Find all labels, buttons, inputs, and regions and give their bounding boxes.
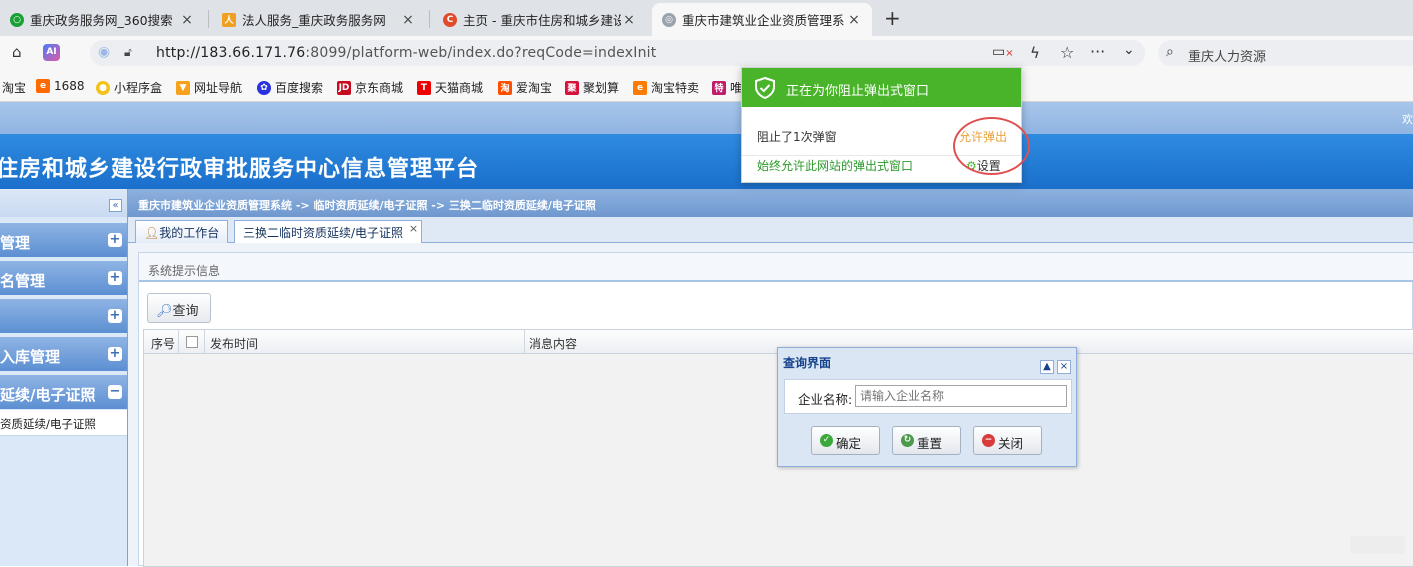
baidu-icon: ✿ xyxy=(257,80,271,95)
watermark xyxy=(1350,536,1405,554)
ai-icon[interactable]: AI xyxy=(43,44,60,61)
sidebar-menu-2[interactable]: 名管理 + xyxy=(0,261,127,295)
new-tab-icon[interactable]: + xyxy=(884,6,901,30)
annotation-circle xyxy=(953,117,1030,175)
bookmark-item[interactable]: ● 小程序盒 xyxy=(96,79,162,96)
user-icon: 👤︎ xyxy=(144,226,160,240)
home-icon[interactable]: ⌂ xyxy=(12,43,22,61)
bookmark-item[interactable]: 淘爱淘宝 xyxy=(498,79,552,96)
bookmark-item[interactable]: T 天猫商城 xyxy=(417,79,483,96)
collapse-sidebar-icon[interactable]: « xyxy=(109,199,122,212)
360-search-icon: ○ xyxy=(10,12,24,27)
close-dialog-icon[interactable]: × xyxy=(1057,360,1071,374)
bookmark-item[interactable]: e 1688 xyxy=(36,79,85,93)
collapse-icon[interactable]: − xyxy=(108,385,122,399)
popup-blocked-icon[interactable]: ▭× xyxy=(992,44,1014,60)
popup-title: 正在为你阻止弹出式窗口 xyxy=(786,84,930,99)
close-button[interactable]: − 关闭 xyxy=(973,426,1042,455)
bookmark-item[interactable]: ▼ 网址导航 xyxy=(176,79,242,96)
close-tab-icon[interactable]: × xyxy=(179,12,195,28)
magnifier-icon: 🔎︎ xyxy=(156,304,173,319)
jd-icon: JD xyxy=(337,80,351,95)
bookmark-item[interactable]: JD 京东商城 xyxy=(337,79,403,96)
nav-site-icon: ▼ xyxy=(176,80,190,95)
content-panel: 系统提示信息 🔎︎查询 序号 发布时间 消息内容 xyxy=(138,252,1413,567)
juhuasuan-icon: 聚 xyxy=(565,80,579,95)
query-button[interactable]: 🔎︎查询 xyxy=(147,293,211,323)
sidebar-menu-3[interactable]: + xyxy=(0,299,127,333)
app-title: 住房和城乡建设行政审批服务中心信息管理平台 xyxy=(0,157,480,182)
close-tab-icon[interactable]: × xyxy=(409,222,418,235)
query-dialog: 查询界面 ▲ × 企业名称: ✓确定 ↻重置 −关闭 xyxy=(777,347,1077,467)
search-box[interactable]: ⌕ 重庆人力资源 xyxy=(1158,40,1413,66)
close-tab-icon[interactable]: × xyxy=(621,12,637,28)
bookmark-item[interactable]: 聚聚划算 xyxy=(565,79,619,96)
main-area: 重庆市建筑业企业资质管理系统 -> 临时资质延续/电子证照 -> 三换二临时资质… xyxy=(128,189,1413,567)
expand-icon[interactable]: + xyxy=(108,271,122,285)
bookmark-item[interactable]: e 淘宝特卖 xyxy=(633,79,699,96)
special-icon: 特 xyxy=(712,80,726,95)
reset-button[interactable]: ↻ 重置 xyxy=(892,426,961,455)
browser-tab-strip: ○ 重庆政务服务网_360搜索 × 人 法人服务_重庆政务服务网 × C 主页 … xyxy=(0,0,1413,36)
bookmark-item[interactable]: ✿ 百度搜索 xyxy=(257,79,323,96)
sidebar: « 管理 + 名管理 + + 入库管理 + 延续/电子证照 − 资质延续/电子证照 xyxy=(0,189,128,566)
company-name-input[interactable] xyxy=(855,385,1067,407)
select-all-checkbox[interactable] xyxy=(186,336,198,348)
star-icon[interactable]: ☆ xyxy=(1060,43,1074,62)
browser-tab-4[interactable]: ◎ 重庆市建筑业企业资质管理系 × xyxy=(652,3,872,36)
globe-icon: ◎ xyxy=(662,12,676,27)
dialog-form: 企业名称: xyxy=(784,379,1072,414)
chevron-down-icon[interactable]: ⌄ xyxy=(1123,42,1135,58)
check-icon: ✓ xyxy=(820,434,833,447)
confirm-button[interactable]: ✓ 确定 xyxy=(811,426,880,455)
collapse-dialog-icon[interactable]: ▲ xyxy=(1040,360,1054,374)
lightning-icon[interactable]: ϟ xyxy=(1030,44,1040,62)
dialog-title: 查询界面 xyxy=(783,356,832,370)
taobao-sale-icon: e xyxy=(633,80,647,95)
1688-icon: e xyxy=(36,79,50,93)
tab-renewal[interactable]: 三换二临时资质延续/电子证照 × xyxy=(234,220,423,243)
browser-tab-2[interactable]: 人 法人服务_重庆政务服务网 × xyxy=(212,3,426,36)
tab-workbench[interactable]: 👤︎我的工作台 xyxy=(135,220,229,243)
sidebar-menu-1[interactable]: 管理 + xyxy=(0,223,127,257)
mini-program-icon: ● xyxy=(96,80,110,95)
search-icon: ⌕ xyxy=(1166,44,1174,60)
breadcrumb: 重庆市建筑业企业资质管理系统 -> 临时资质延续/电子证照 -> 三换二临时资质… xyxy=(128,189,1413,217)
app-header: 住房和城乡建设行政审批服务中心信息管理平台 xyxy=(0,134,1413,189)
browser-toolbar: ⌂ AI ◉ 🔓︎ http://183.66.171.76:8099/plat… xyxy=(0,36,1413,70)
browser-tab-1[interactable]: ○ 重庆政务服务网_360搜索 × xyxy=(0,3,205,36)
more-icon[interactable]: ··· xyxy=(1090,42,1105,61)
app-top-strip: 欢 xyxy=(0,102,1413,134)
address-bar[interactable]: ◉ 🔓︎ http://183.66.171.76:8099/platform-… xyxy=(90,40,1145,66)
bookmark-item[interactable]: 淘宝 xyxy=(2,79,26,96)
expand-icon[interactable]: + xyxy=(108,309,122,323)
close-tab-icon[interactable]: × xyxy=(400,12,416,28)
sidebar-subitem[interactable]: 资质延续/电子证照 xyxy=(0,410,127,436)
site-info-icon[interactable]: ◉ xyxy=(98,44,110,60)
bookmark-item[interactable]: 特唯 xyxy=(712,79,742,96)
tmall-icon: T xyxy=(417,80,431,95)
person-icon: 人 xyxy=(222,12,236,27)
c-logo-icon: C xyxy=(443,12,457,27)
insecure-lock-icon[interactable]: 🔓︎ xyxy=(124,45,132,60)
browser-tab-3[interactable]: C 主页 - 重庆市住房和城乡建设委 × xyxy=(433,3,647,36)
bookmarks-bar: 淘宝 e 1688 ● 小程序盒 ▼ 网址导航 ✿ 百度搜索 JD 京东商城 T 天猫商城 … xyxy=(0,70,1413,102)
sidebar-menu-4[interactable]: 入库管理 + xyxy=(0,337,127,371)
always-allow-link[interactable]: 始终允许此网站的弹出式窗口 xyxy=(757,157,913,174)
ai-taobao-icon: 淘 xyxy=(498,80,512,95)
content-tabs: 👤︎我的工作台 三换二临时资质延续/电子证照 × xyxy=(128,217,1413,243)
panel-title: 系统提示信息 xyxy=(139,253,1413,282)
expand-icon[interactable]: + xyxy=(108,347,122,361)
close-tab-icon[interactable]: × xyxy=(846,12,862,28)
refresh-icon: ↻ xyxy=(901,434,914,447)
sidebar-menu-5[interactable]: 延续/电子证照 − xyxy=(0,375,127,409)
shield-check-icon xyxy=(755,77,775,99)
expand-icon[interactable]: + xyxy=(108,233,122,247)
minus-circle-icon: − xyxy=(982,434,995,447)
